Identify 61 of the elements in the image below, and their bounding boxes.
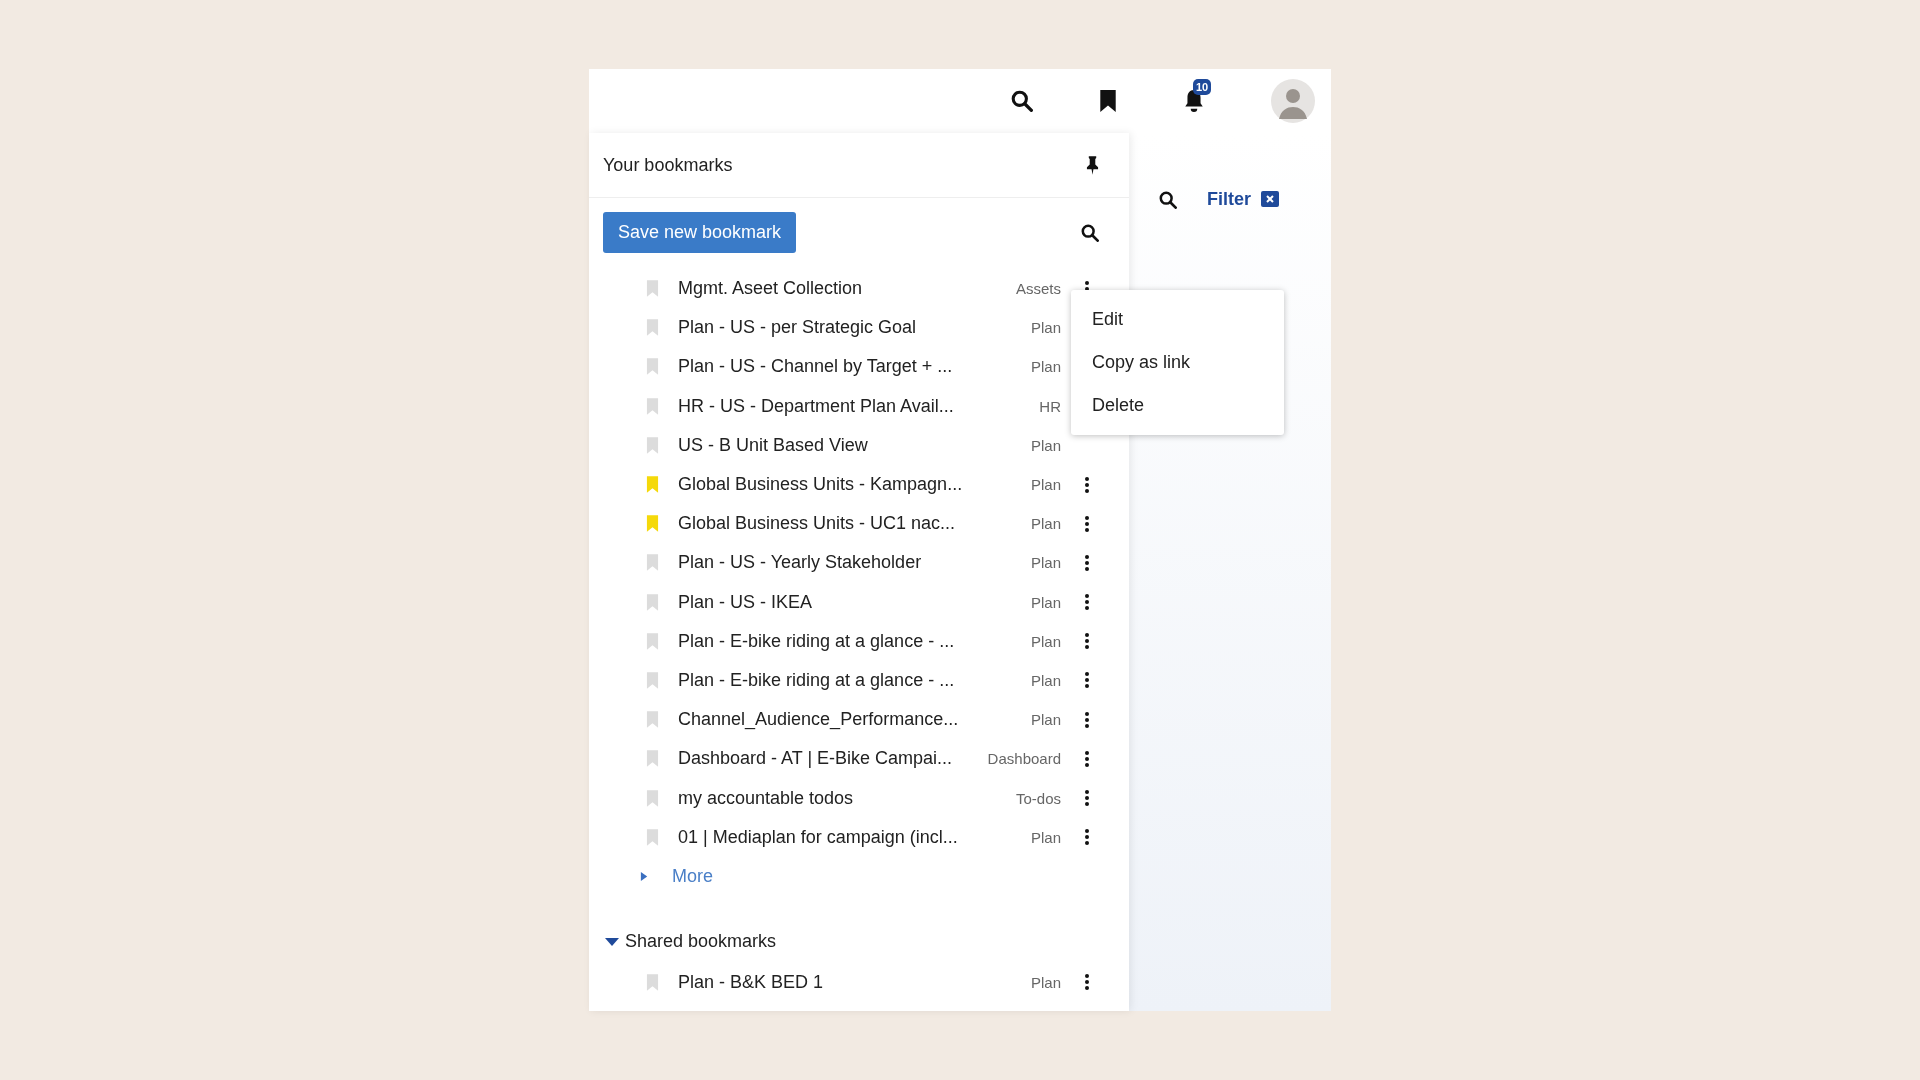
- menu-item[interactable]: Delete: [1071, 384, 1284, 427]
- bookmark-name[interactable]: HR - US - Department Plan Avail...: [678, 395, 1040, 417]
- bookmark-type: Plan: [1030, 828, 1061, 846]
- search-icon[interactable]: [1011, 90, 1033, 112]
- caret-icon[interactable]: [640, 871, 649, 883]
- bookmark-name[interactable]: Plan - US - IKEA: [678, 591, 1031, 613]
- bookmark-type: To-dos: [1015, 789, 1061, 807]
- bookmark-type: Plan: [1030, 554, 1061, 572]
- bookmark-type: Plan: [1030, 632, 1061, 650]
- bookmark-name[interactable]: Plan - E-bike riding at a glance - ...: [678, 630, 1031, 652]
- bookmark-type: Plan: [1030, 515, 1061, 533]
- bookmark-name[interactable]: Global Business Units - UC1 nac...: [678, 513, 1031, 535]
- search-icon[interactable]: [1159, 191, 1177, 209]
- bookmark-name[interactable]: Plan - US - Channel by Target + ...: [678, 356, 1031, 378]
- more-options-icon[interactable]: [1085, 515, 1089, 532]
- menu-item[interactable]: Copy as link: [1071, 341, 1284, 384]
- bookmark-type: Plan: [1030, 436, 1061, 454]
- more-options-icon[interactable]: [1085, 594, 1089, 611]
- panel-title: Your bookmarks: [603, 154, 733, 176]
- more-options-icon[interactable]: [1085, 672, 1089, 689]
- section-title[interactable]: Shared bookmarks: [625, 931, 777, 953]
- bookmark-type: Plan: [1030, 319, 1061, 337]
- avatar-icon[interactable]: [1271, 79, 1315, 123]
- more-link[interactable]: More: [672, 866, 713, 888]
- bookmark-type: Assets: [1016, 280, 1061, 298]
- notification-count: 10: [1193, 79, 1212, 95]
- bookmark-type: Dashboard: [987, 750, 1061, 768]
- search-icon[interactable]: [1081, 223, 1099, 242]
- bookmark-name[interactable]: my accountable todos: [678, 787, 1016, 809]
- bookmark-name[interactable]: Dashboard - AT | E-Bike Campai...: [678, 748, 988, 770]
- pin-icon[interactable]: [1086, 155, 1099, 175]
- more-options-icon[interactable]: [1085, 633, 1089, 650]
- bookmark-name[interactable]: Plan - US - Yearly Stakeholder: [678, 552, 1031, 574]
- more-options-icon[interactable]: [1085, 750, 1089, 767]
- bookmark-name[interactable]: Plan - B&K BED 1: [678, 971, 1031, 993]
- bookmark-name[interactable]: Plan - E-bike riding at a glance - ...: [678, 669, 1031, 691]
- more-options-icon[interactable]: [1085, 790, 1089, 807]
- bookmark-type: HR: [1039, 397, 1061, 415]
- bookmark-type: Plan: [1030, 711, 1061, 729]
- more-options-icon[interactable]: [1085, 829, 1089, 846]
- save-bookmark-button[interactable]: Save new bookmark: [603, 212, 797, 253]
- bookmark-name[interactable]: US - B Unit Based View: [678, 434, 1031, 456]
- bookmark-name[interactable]: Mgmt. Aseet Collection: [678, 278, 1016, 300]
- more-options-icon[interactable]: [1085, 974, 1089, 991]
- bookmark-type: Plan: [1030, 671, 1061, 689]
- bookmark-type: Plan: [1030, 358, 1061, 376]
- bookmark-name[interactable]: Global Business Units - Kampagn...: [678, 474, 1031, 496]
- bookmark-name[interactable]: Channel_Audience_Performance...: [678, 709, 1031, 731]
- caret-icon[interactable]: [605, 936, 619, 947]
- bookmark-name[interactable]: Plan - US - per Strategic Goal: [678, 317, 1031, 339]
- bookmark-icon[interactable]: [1099, 90, 1117, 112]
- more-options-icon[interactable]: [1085, 554, 1089, 571]
- clear-filter-icon[interactable]: [1261, 191, 1279, 207]
- more-options-icon[interactable]: [1085, 476, 1089, 493]
- bookmark-type: Plan: [1030, 593, 1061, 611]
- bookmark-type: Plan: [1030, 973, 1061, 991]
- bookmark-name[interactable]: 01 | Mediaplan for campaign (incl...: [678, 826, 1031, 848]
- filter-link[interactable]: Filter: [1207, 189, 1251, 210]
- bookmark-type: Plan: [1030, 476, 1061, 494]
- more-options-icon[interactable]: [1085, 711, 1089, 728]
- menu-item[interactable]: Edit: [1071, 298, 1284, 341]
